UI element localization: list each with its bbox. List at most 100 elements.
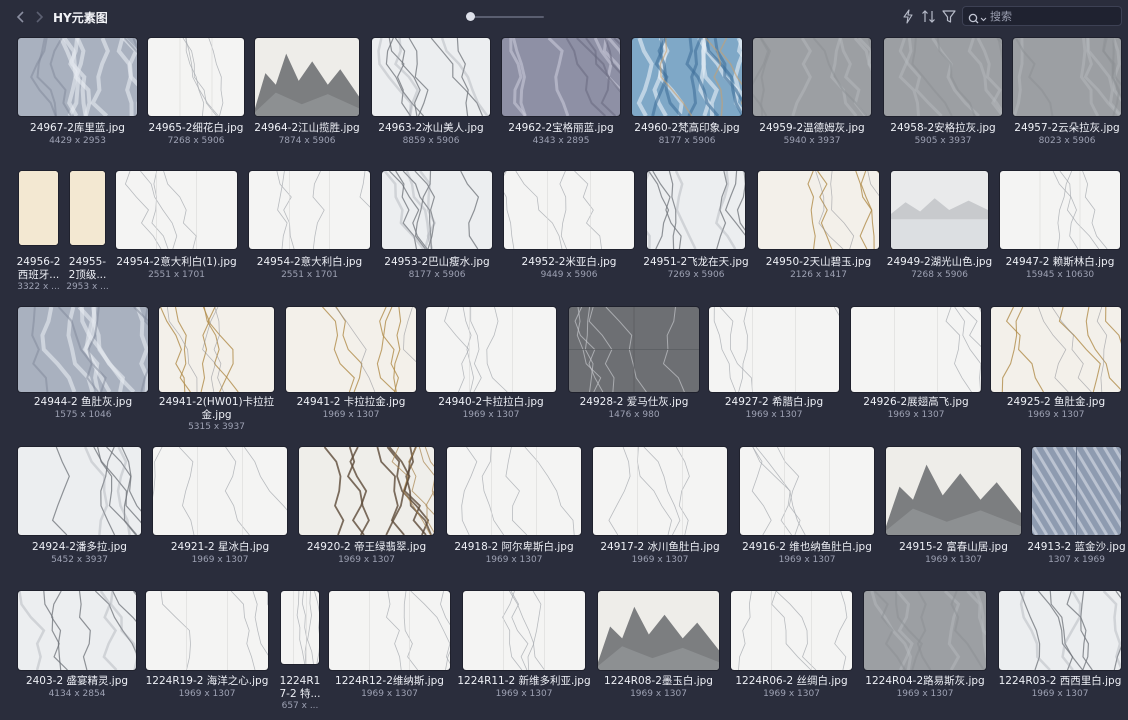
- thumbnail-image[interactable]: [447, 447, 581, 535]
- thumbnail-item[interactable]: 24958-2安格拉灰.jpg 5905 x 3937: [884, 38, 1002, 152]
- thumbnail-image[interactable]: [864, 591, 986, 670]
- thumbnail-item[interactable]: 24924-2潘多拉.jpg 5452 x 3937: [18, 447, 141, 571]
- thumbnail-image[interactable]: [18, 307, 148, 392]
- thumbnail-image[interactable]: [632, 38, 742, 116]
- thumbnail-item[interactable]: 24913-2 蓝金沙.jpg 1307 x 1969: [1027, 447, 1126, 571]
- thumbnail-item[interactable]: 24917-2 冰川鱼肚白.jpg 1969 x 1307: [593, 447, 727, 571]
- thumbnail-item[interactable]: 24950-2天山碧玉.jpg 2126 x 1417: [758, 171, 879, 286]
- thumbnail-image[interactable]: [463, 591, 585, 670]
- thumbnail-item[interactable]: 24959-2温德姆灰.jpg 5940 x 3937: [753, 38, 871, 152]
- file-dimensions: 3322 x ...: [17, 282, 60, 292]
- thumbnail-item[interactable]: 24920-2 帝王绿翡翠.jpg 1969 x 1307: [299, 447, 434, 571]
- thumbnail-image[interactable]: [740, 447, 874, 535]
- thumbnail-item[interactable]: 1224R08-2墨玉白.jpg 1969 x 1307: [598, 591, 719, 705]
- thumbnail-image[interactable]: [382, 171, 492, 249]
- file-name: 24956-2西班牙...: [16, 256, 61, 281]
- thumbnail-item[interactable]: 24967-2库里蓝.jpg 4429 x 2953: [18, 38, 137, 152]
- thumbnail-image[interactable]: [18, 591, 136, 670]
- thumbnail-item[interactable]: 1224R12-2维纳斯.jpg 1969 x 1307: [329, 591, 450, 705]
- thumbnail-item[interactable]: 24918-2 阿尔卑斯白.jpg 1969 x 1307: [447, 447, 581, 571]
- thumbnail-item[interactable]: 24962-2宝格丽蓝.jpg 4343 x 2895: [502, 38, 620, 152]
- thumbnail-image[interactable]: [753, 38, 871, 116]
- file-name: 24921-2 星冰白.jpg: [170, 541, 270, 553]
- thumbnail-image[interactable]: [502, 38, 620, 116]
- thumbnail-image[interactable]: [598, 591, 719, 670]
- thumbnail-image[interactable]: [569, 307, 699, 392]
- thumbnail-image[interactable]: [153, 447, 287, 535]
- thumbnail-item[interactable]: 24960-2梵高印象.jpg 8177 x 5906: [632, 38, 742, 152]
- thumbnail-item[interactable]: 24941-2(HW01)卡拉拉金.jpg 5315 x 3937: [159, 307, 274, 432]
- thumbnail-image[interactable]: [299, 447, 434, 535]
- file-name: 24927-2 希腊白.jpg: [724, 396, 824, 408]
- thumbnail-image[interactable]: [18, 447, 141, 535]
- thumbnail-item[interactable]: 24954-2意大利白(1).jpg 2551 x 1701: [116, 171, 237, 286]
- file-dimensions: 2551 x 1701: [148, 270, 205, 280]
- thumbnail-item[interactable]: 24965-2细花白.jpg 7268 x 5906: [148, 38, 244, 152]
- thumbnail-item[interactable]: 24925-2 鱼肚金.jpg 1969 x 1307: [991, 307, 1121, 426]
- thumbnail-image[interactable]: [329, 591, 450, 670]
- thumbnail-image[interactable]: [159, 307, 274, 392]
- thumbnail-image[interactable]: [1000, 171, 1120, 249]
- file-dimensions: 1307 x 1969: [1048, 555, 1105, 565]
- thumbnail-item[interactable]: 24916-2 维也纳鱼肚白.jpg 1969 x 1307: [740, 447, 874, 571]
- thumbnail-image[interactable]: [999, 591, 1121, 670]
- thumbnail-image[interactable]: [647, 171, 745, 249]
- thumbnail-item[interactable]: 1224R04-2路易斯灰.jpg 1969 x 1307: [864, 591, 986, 705]
- thumbnail-item[interactable]: 24928-2 爱马仕灰.jpg 1476 x 980: [569, 307, 699, 426]
- thumbnail-item[interactable]: 24952-2米亚白.jpg 9449 x 5906: [504, 171, 634, 286]
- thumbnail-item[interactable]: 1224R06-2 丝绸白.jpg 1969 x 1307: [731, 591, 852, 705]
- thumbnail-image[interactable]: [886, 447, 1021, 535]
- thumbnail-item[interactable]: 24957-2云朵拉灰.jpg 8023 x 5906: [1013, 38, 1121, 152]
- file-name: 1224R04-2路易斯灰.jpg: [865, 675, 985, 687]
- thumbnail-item[interactable]: 24927-2 希腊白.jpg 1969 x 1307: [709, 307, 839, 426]
- thumbnail-image[interactable]: [758, 171, 879, 249]
- thumbnail-image[interactable]: [731, 591, 852, 670]
- thumbnail-item[interactable]: 24947-2 赖斯林白.jpg 15945 x 10630: [1000, 171, 1120, 286]
- thumbnail-item[interactable]: 24963-2冰山美人.jpg 8859 x 5906: [372, 38, 490, 152]
- thumbnail-item[interactable]: 24954-2意大利白.jpg 2551 x 1701: [249, 171, 370, 286]
- thumbnail-image[interactable]: [146, 591, 268, 670]
- file-dimensions: 5452 x 3937: [51, 555, 108, 565]
- thumbnail-item[interactable]: 24955-2顶级... 2953 x ...: [66, 171, 109, 292]
- thumbnail-image[interactable]: [281, 591, 319, 664]
- file-name: 1224R08-2墨玉白.jpg: [604, 675, 713, 687]
- thumbnail-item[interactable]: 1224R03-2 西西里白.jpg 1969 x 1307: [999, 591, 1121, 705]
- thumbnail-image[interactable]: [255, 38, 359, 116]
- thumbnail-image[interactable]: [593, 447, 727, 535]
- thumbnail-image[interactable]: [891, 171, 988, 249]
- thumbnail-image[interactable]: [18, 38, 137, 116]
- thumbnail-image[interactable]: [249, 171, 370, 249]
- thumbnail-item[interactable]: 24944-2 鱼肚灰.jpg 1575 x 1046: [18, 307, 148, 426]
- thumbnail-image[interactable]: [709, 307, 839, 392]
- thumbnail-item[interactable]: 1224R19-2 海洋之心.jpg 1969 x 1307: [146, 591, 268, 705]
- thumbnail-image[interactable]: [884, 38, 1002, 116]
- thumbnail-image[interactable]: [19, 171, 58, 245]
- thumbnail-item[interactable]: 24926-2展翅高飞.jpg 1969 x 1307: [851, 307, 981, 426]
- thumbnail-image[interactable]: [116, 171, 237, 249]
- thumbnail-image[interactable]: [372, 38, 490, 116]
- thumbnail-item[interactable]: 24951-2飞龙在天.jpg 7269 x 5906: [643, 171, 749, 286]
- thumbnail-item[interactable]: 24941-2 卡拉拉金.jpg 1969 x 1307: [286, 307, 416, 426]
- thumbnail-image[interactable]: [148, 38, 244, 116]
- thumbnail-image[interactable]: [1032, 447, 1121, 535]
- thumbnail-image[interactable]: [286, 307, 416, 392]
- thumbnail-item[interactable]: 24953-2巴山瘦水.jpg 8177 x 5906: [382, 171, 492, 286]
- thumbnail-item[interactable]: 24949-2湖光山色.jpg 7268 x 5906: [887, 171, 992, 286]
- thumbnail-image[interactable]: [1013, 38, 1121, 116]
- thumbnail-image[interactable]: [426, 307, 556, 392]
- thumbnail-item[interactable]: 1224R17-2 特... 657 x ...: [279, 591, 321, 711]
- thumbnail-item[interactable]: 1224R11-2 新维多利亚.jpg 1969 x 1307: [457, 591, 591, 705]
- thumbnail-item[interactable]: 24940-2卡拉拉白.jpg 1969 x 1307: [426, 307, 556, 426]
- thumbnail-grid: 24967-2库里蓝.jpg 4429 x 2953 24965-2细花白.jpg 7…: [0, 0, 1128, 720]
- thumbnail-item[interactable]: 24956-2西班牙... 3322 x ...: [17, 171, 60, 292]
- thumbnail-item[interactable]: 2403-2 盛宴精灵.jpg 4134 x 2854: [18, 591, 136, 705]
- thumbnail-item[interactable]: 24921-2 星冰白.jpg 1969 x 1307: [153, 447, 287, 571]
- file-dimensions: 1969 x 1307: [178, 689, 236, 699]
- file-dimensions: 1969 x 1307: [322, 410, 380, 420]
- thumbnail-image[interactable]: [851, 307, 981, 392]
- thumbnail-image[interactable]: [70, 171, 105, 245]
- thumbnail-item[interactable]: 24964-2江山揽胜.jpg 7874 x 5906: [254, 38, 360, 152]
- thumbnail-image[interactable]: [991, 307, 1121, 392]
- file-dimensions: 4134 x 2854: [48, 689, 106, 699]
- thumbnail-image[interactable]: [504, 171, 634, 249]
